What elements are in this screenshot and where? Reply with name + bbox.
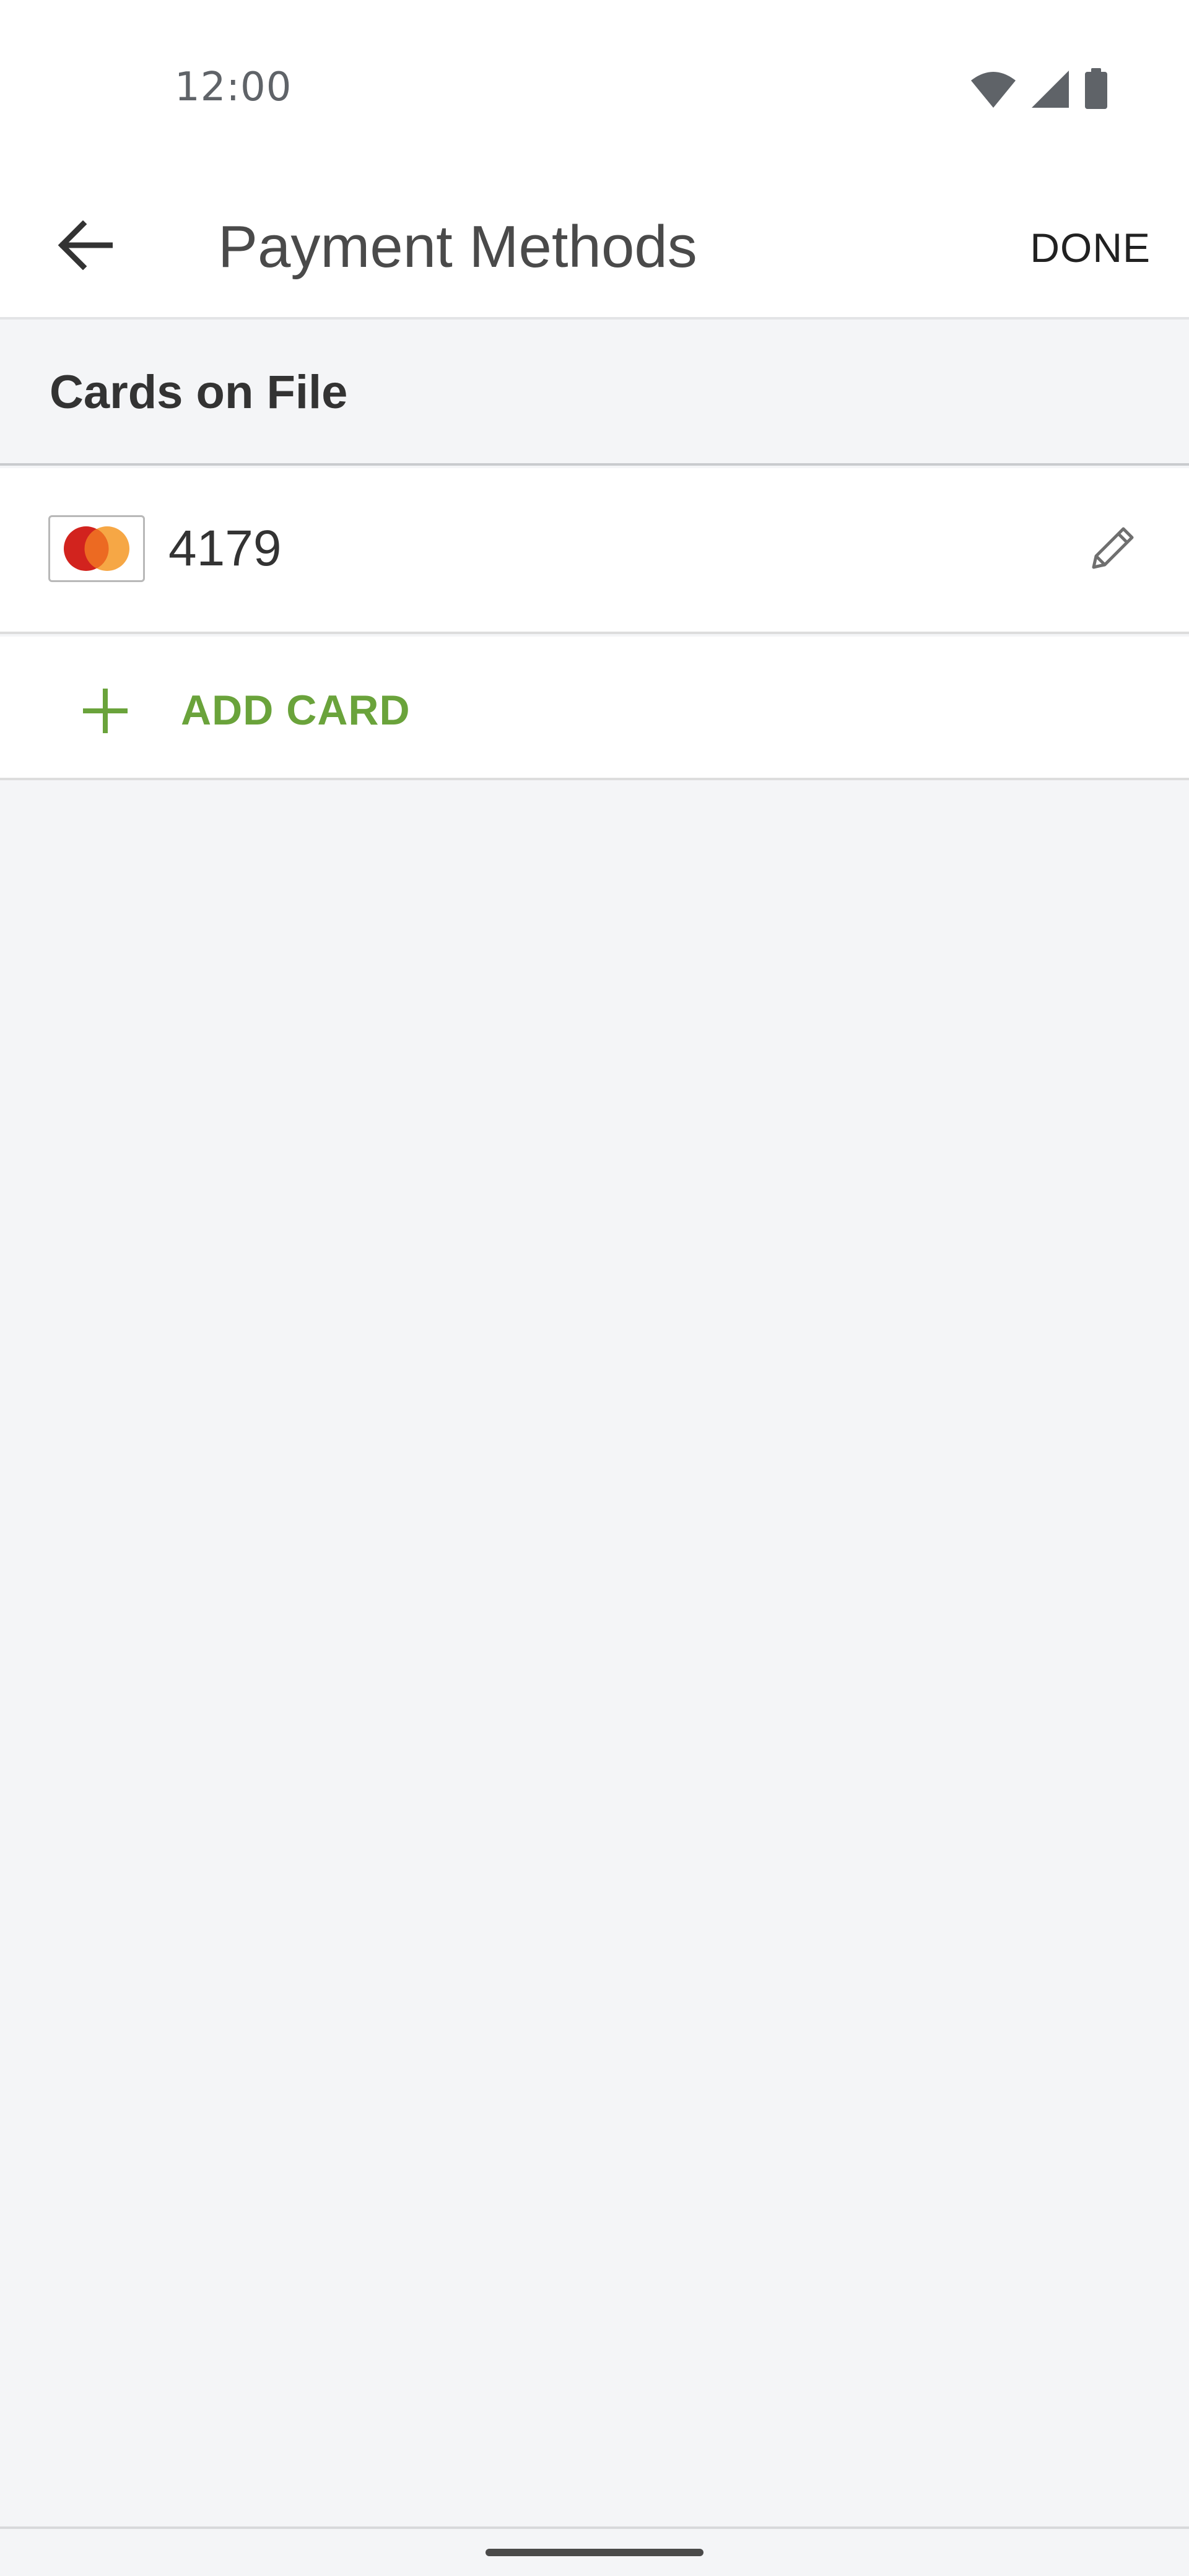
arrow-left-icon [58, 220, 113, 273]
add-card-label: ADD CARD [181, 687, 411, 734]
mastercard-logo [48, 515, 145, 582]
plus-icon [81, 686, 130, 736]
back-button[interactable] [43, 204, 128, 289]
bottom-divider [0, 2526, 1189, 2529]
status-bar: 12:00 [0, 0, 1189, 173]
status-icons [970, 68, 1108, 113]
card-last-four: 4179 [168, 520, 282, 577]
done-button[interactable]: DONE [1027, 211, 1153, 285]
pencil-icon [1087, 521, 1139, 577]
section-title: Cards on File [50, 366, 348, 419]
page-title: Payment Methods [218, 214, 697, 280]
status-time: 12:00 [175, 64, 292, 110]
edit-card-button[interactable] [1075, 510, 1152, 587]
payment-methods-screen: 12:00 Payment Methods DONE Cards on File… [0, 0, 1189, 2576]
add-card-button[interactable]: ADD CARD [0, 637, 1189, 780]
wifi-icon [970, 69, 1017, 112]
section-header-cards-on-file: Cards on File [0, 322, 1189, 466]
card-list-item[interactable]: 4179 [0, 468, 1189, 634]
app-bar: Payment Methods DONE [0, 173, 1189, 320]
battery-icon [1084, 68, 1108, 113]
cellular-signal-icon [1030, 69, 1070, 112]
gesture-navigation-bar[interactable] [486, 2549, 703, 2556]
